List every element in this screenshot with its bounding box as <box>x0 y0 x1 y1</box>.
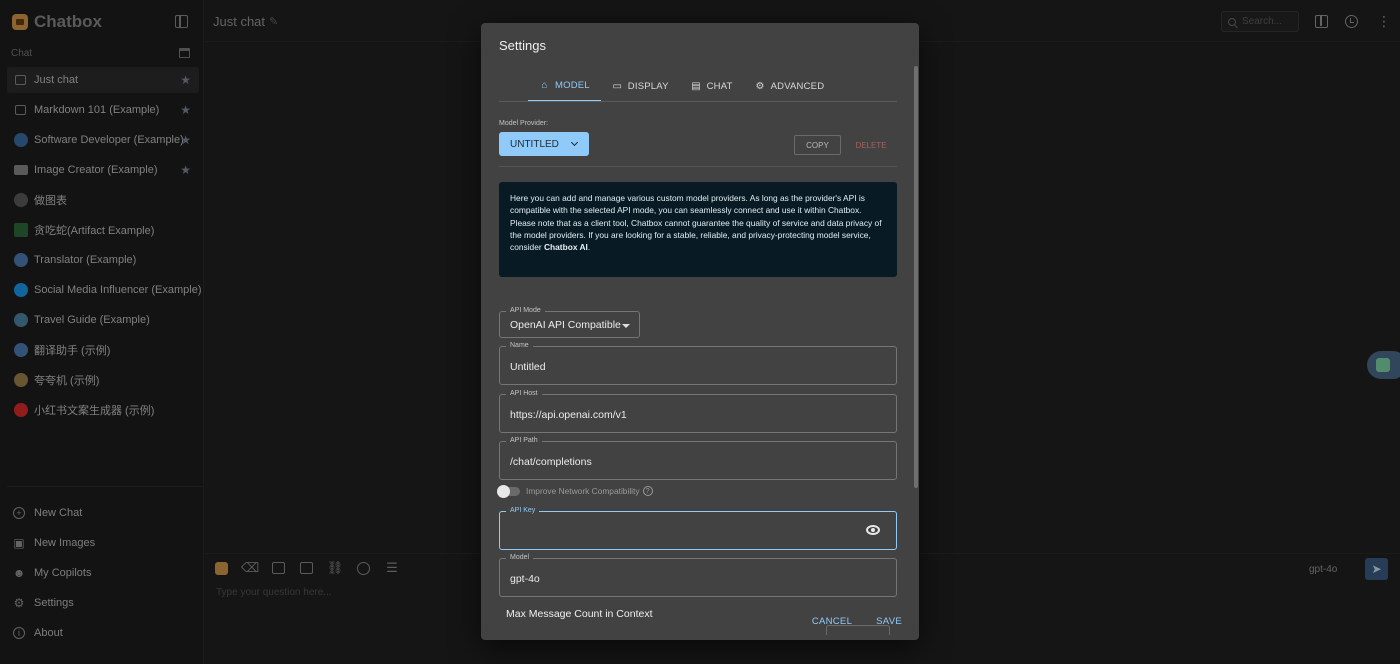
chatbox-ai-link[interactable]: Chatbox AI <box>544 242 588 252</box>
model-provider-label: Model Provider: <box>499 120 549 127</box>
api-key-label: API Key <box>506 507 540 514</box>
toggle-knob <box>497 484 510 498</box>
dialog-scrollbar[interactable] <box>914 66 918 488</box>
caret-down-icon <box>622 324 630 328</box>
copy-button[interactable]: COPY <box>794 135 841 155</box>
tabs-divider <box>499 101 897 102</box>
delete-button[interactable]: DELETE <box>851 135 891 155</box>
chat-icon: ▤ <box>691 80 701 92</box>
save-button[interactable]: SAVE <box>876 616 902 627</box>
api-mode-label: API Mode <box>506 307 545 314</box>
tab-display[interactable]: ▭ DISPLAY <box>601 70 680 102</box>
help-icon[interactable]: ? <box>642 486 653 496</box>
cancel-button[interactable]: CANCEL <box>812 616 852 627</box>
api-path-field[interactable]: API Path /chat/completions <box>499 437 897 480</box>
api-mode-value: OpenAI API Compatible <box>510 319 621 331</box>
provider-divider <box>499 166 897 167</box>
info-paragraph-1: Here you can add and manage various cust… <box>510 193 865 216</box>
improve-network-toggle[interactable] <box>497 484 520 498</box>
api-path-label: API Path <box>506 437 542 444</box>
api-key-field[interactable]: API Key <box>499 507 897 550</box>
api-mode-select[interactable]: API Mode OpenAI API Compatible <box>499 307 640 338</box>
provider-info-box: Here you can add and manage various cust… <box>499 182 897 277</box>
tab-label: ADVANCED <box>770 80 825 92</box>
improve-network-row: Improve Network Compatibility ? <box>497 484 653 498</box>
tab-model[interactable]: ⌂ MODEL <box>528 70 601 102</box>
dialog-title: Settings <box>499 38 546 53</box>
eye-icon[interactable] <box>866 525 880 535</box>
display-icon: ▭ <box>612 80 623 92</box>
tab-label: MODEL <box>555 79 590 91</box>
model-field[interactable]: Model gpt-4o <box>499 554 897 597</box>
api-host-label: API Host <box>506 390 542 397</box>
info-paragraph-2: Please note that as a client tool, Chatb… <box>510 217 886 254</box>
api-path-value: /chat/completions <box>510 456 592 468</box>
info-period: . <box>587 242 591 253</box>
tab-chat[interactable]: ▤ CHAT <box>680 70 744 102</box>
settings-dialog: Settings ⌂ MODEL ▭ DISPLAY ▤ CHAT ⚙ ADVA… <box>481 23 919 640</box>
chevron-down-icon <box>570 138 579 147</box>
tab-label: DISPLAY <box>627 80 669 92</box>
name-field[interactable]: Name Untitled <box>499 342 897 385</box>
model-provider-select[interactable]: UNTITLED <box>499 132 589 156</box>
gear-icon: ⚙ <box>755 80 765 92</box>
settings-tabs: ⌂ MODEL ▭ DISPLAY ▤ CHAT ⚙ ADVANCED <box>528 70 835 102</box>
tab-advanced[interactable]: ⚙ ADVANCED <box>744 70 836 102</box>
dialog-actions: CANCEL SAVE <box>788 616 902 627</box>
model-label: Model <box>506 554 534 561</box>
model-icon: ⌂ <box>541 79 548 91</box>
api-host-value: https://api.openai.com/v1 <box>510 409 627 421</box>
model-value: gpt-4o <box>510 573 540 585</box>
max-message-count-label: Max Message Count in Context <box>506 608 653 620</box>
improve-network-label: Improve Network Compatibility <box>526 486 640 496</box>
name-label: Name <box>506 342 533 349</box>
name-value: Untitled <box>510 361 546 373</box>
tab-label: CHAT <box>706 80 733 92</box>
api-host-field[interactable]: API Host https://api.openai.com/v1 <box>499 390 897 433</box>
model-provider-value: UNTITLED <box>510 138 559 150</box>
